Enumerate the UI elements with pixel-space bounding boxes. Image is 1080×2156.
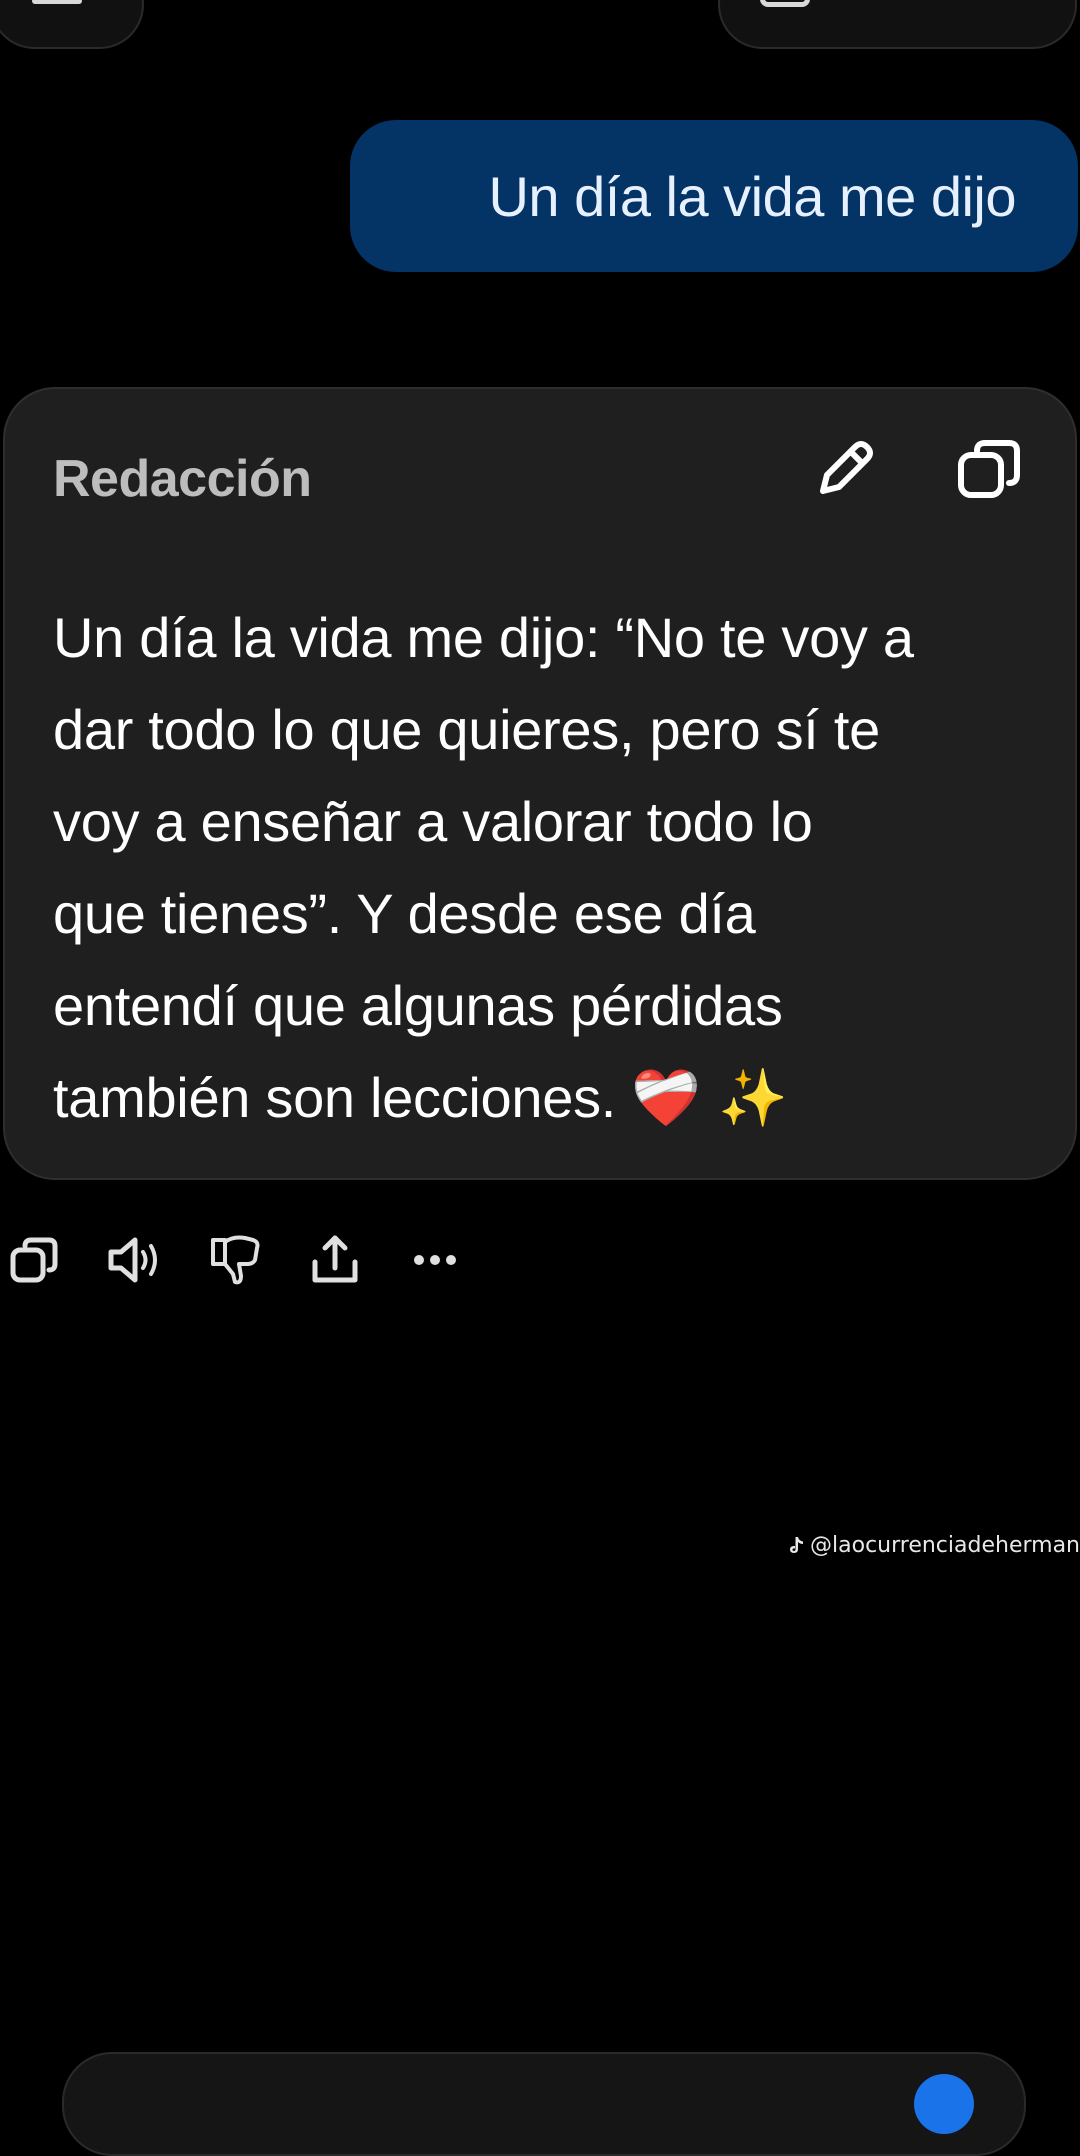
body-line-text: también son lecciones. [53,1066,617,1129]
copy-icon [958,440,1020,498]
copy-icon [10,1237,58,1283]
user-message-bubble: Un día la vida me dijo [350,120,1078,272]
top-left-control[interactable] [0,0,144,49]
tiktok-watermark: @laocurrenciadeherman [788,1533,1080,1558]
speaker-icon [108,1237,157,1283]
menu-icon [32,0,82,4]
body-line: dar todo lo que quieres, pero sí te [53,698,880,761]
top-right-icon [760,0,810,7]
user-message-text: Un día la vida me dijo [488,164,1016,228]
share-icon [312,1235,358,1283]
body-line: Un día la vida me dijo: “No te voy a [53,606,914,669]
body-line: voy a enseñar a valorar todo lo [53,790,813,853]
watermark-handle: @laocurrenciadeherman [810,1533,1080,1558]
send-button[interactable] [914,2074,974,2134]
message-input-bar[interactable] [62,2052,1026,2156]
top-right-control[interactable] [718,0,1077,49]
body-line: que tienes”. Y desde ese día [53,882,756,945]
more-options-button[interactable] [400,1225,470,1295]
read-aloud-button[interactable] [100,1225,170,1295]
copy-action-button[interactable] [0,1225,70,1295]
pencil-icon [820,441,873,494]
card-title: Redacción [53,450,312,508]
response-card: Redacción Un día la vida me dijo: “No te… [3,387,1077,1180]
dislike-button[interactable] [200,1225,270,1295]
heart-sparkles-emoji: ❤️‍🩹 ✨ [631,1066,788,1131]
thumbs-down-icon [211,1235,260,1285]
tiktok-icon [788,1536,806,1556]
message-actions [0,1225,500,1295]
share-button[interactable] [300,1225,370,1295]
copy-button[interactable] [949,429,1029,509]
body-line: entendí que algunas pérdidas [53,974,783,1037]
body-line-last: también son lecciones. ❤️‍🩹 ✨ [53,1052,1053,1145]
more-icon [414,1255,456,1265]
card-body: Un día la vida me dijo: “No te voy a dar… [53,592,1053,1145]
edit-button[interactable] [805,429,885,509]
